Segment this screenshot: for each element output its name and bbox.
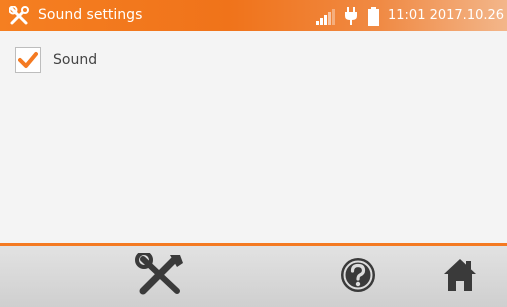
help-icon [339, 256, 377, 298]
plug-icon [344, 7, 358, 25]
battery-icon [368, 7, 379, 26]
datetime: 11:01 2017.10.26 [388, 8, 505, 23]
home-button[interactable] [432, 246, 488, 307]
settings-button[interactable] [128, 246, 192, 307]
bottom-toolbar [0, 246, 507, 307]
checkmark-icon [18, 52, 38, 68]
help-button[interactable] [330, 246, 386, 307]
tools-icon [8, 5, 29, 26]
page-title: Sound settings [38, 7, 143, 23]
status-bar: Sound settings 11:01 2017.10.26 [0, 0, 507, 31]
tools-icon [135, 250, 185, 301]
signal-icon [316, 9, 338, 25]
sound-label[interactable]: Sound [53, 52, 97, 68]
sound-checkbox[interactable] [15, 47, 41, 73]
home-icon [442, 257, 478, 297]
